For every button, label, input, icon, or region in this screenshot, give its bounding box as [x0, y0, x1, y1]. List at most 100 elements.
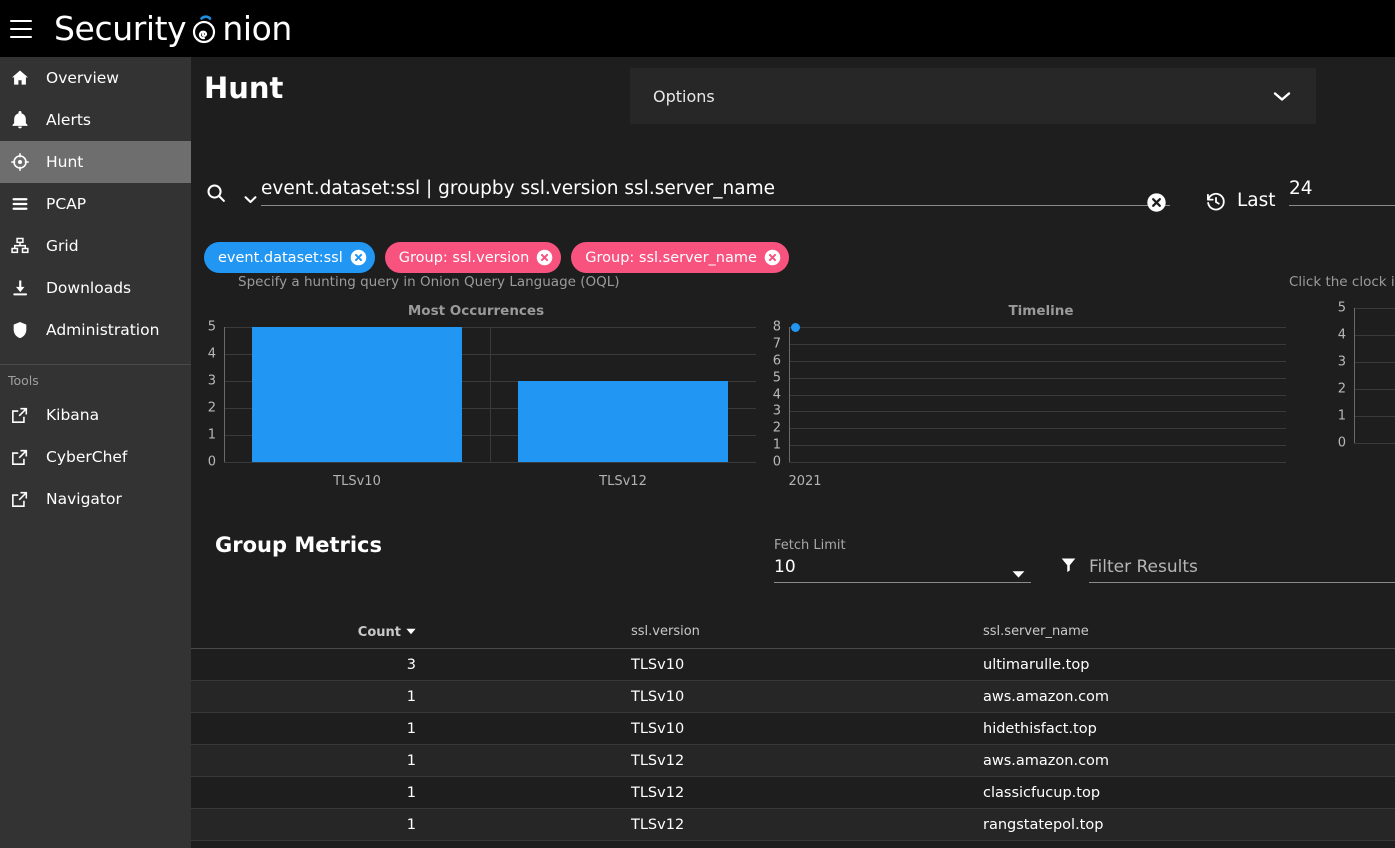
- sidebar-item-grid[interactable]: Grid: [0, 225, 191, 267]
- sidebar-item-cyberchef[interactable]: CyberChef: [0, 436, 191, 478]
- gridline: [490, 327, 491, 462]
- column-header-ssl-server-name[interactable]: ssl.server_name: [983, 624, 1395, 639]
- filter-icon[interactable]: [1059, 555, 1078, 578]
- query-input-value: event.dataset:ssl | groupby ssl.version …: [261, 178, 775, 199]
- filter-chips: event.dataset:ssl Group: ssl.version Gro…: [204, 242, 789, 273]
- app-logo[interactable]: Security nion: [54, 0, 292, 57]
- clear-circle-icon[interactable]: [1146, 192, 1167, 217]
- table-row[interactable]: 1 TLSv10 hidethisfact.top: [191, 713, 1395, 745]
- sidebar: Overview Alerts Hunt PCAP Grid Downloads…: [0, 57, 191, 848]
- fetch-limit-label: Fetch Limit: [774, 538, 846, 553]
- x-axis-tick: 2021: [788, 474, 822, 489]
- shield-icon: [10, 320, 38, 340]
- cell-count: 1: [406, 816, 416, 833]
- page-title: Hunt: [204, 71, 284, 105]
- column-header-ssl-version[interactable]: ssl.version: [631, 624, 983, 639]
- sidebar-label: CyberChef: [46, 448, 128, 466]
- cell-ssl-server-name: hidethisfact.top: [983, 720, 1097, 737]
- gridline: [789, 428, 1286, 430]
- chart-title: Most Occurrences: [407, 303, 545, 319]
- sidebar-item-administration[interactable]: Administration: [0, 309, 191, 351]
- search-icon[interactable]: [205, 182, 227, 208]
- cell-count: 3: [406, 656, 416, 673]
- chip-label: Group: ssl.server_name: [585, 249, 757, 266]
- chip-close-icon[interactable]: [536, 249, 553, 266]
- chart-most-occurrences: Most Occurrences 5 4 3 2 1 0 TLSv10 TLSv12: [196, 300, 756, 490]
- sort-descending-icon[interactable]: [406, 624, 416, 639]
- sidebar-label: Hunt: [46, 153, 84, 171]
- table-row[interactable]: 1 TLSv12 classicfucup.top: [191, 777, 1395, 809]
- filter-results-input[interactable]: Filter Results: [1089, 553, 1395, 583]
- chart-plot-area: 5 4 3 2 1 0: [1326, 301, 1395, 471]
- options-expansion-panel[interactable]: Options: [630, 68, 1316, 124]
- table-row[interactable]: 3 TLSv10 ultimarulle.top: [191, 649, 1395, 681]
- column-header-count[interactable]: Count: [191, 624, 631, 640]
- chart-title: Timeline: [1008, 303, 1074, 319]
- y-axis-tick: 3: [207, 373, 216, 389]
- x-axis-tick: TLSv10: [333, 474, 381, 489]
- gridline: [1354, 308, 1395, 309]
- external-link-icon: [10, 406, 38, 425]
- fetch-limit-value: 10: [774, 557, 796, 577]
- chart-plot-area: 8 7 6 5 4 3 2 1 0 2021: [761, 320, 1321, 490]
- y-axis-line: [789, 327, 790, 462]
- chevron-down-icon[interactable]: [1271, 88, 1293, 108]
- y-axis-tick: 4: [1337, 327, 1346, 343]
- time-range-input[interactable]: 24: [1289, 173, 1395, 206]
- chip-event-dataset[interactable]: event.dataset:ssl: [204, 242, 375, 273]
- sidebar-label: Navigator: [46, 490, 122, 508]
- cell-ssl-server-name: rangstatepol.top: [983, 816, 1104, 833]
- chart-third-partial: 5 4 3 2 1 0: [1326, 300, 1395, 490]
- table-row[interactable]: 1 TLSv10 aws.amazon.com: [191, 681, 1395, 713]
- chip-close-icon[interactable]: [350, 249, 367, 266]
- lines-icon: [10, 194, 38, 214]
- cell-ssl-server-name: classicfucup.top: [983, 784, 1101, 801]
- column-header-label: Count: [357, 624, 401, 640]
- sidebar-item-overview[interactable]: Overview: [0, 57, 191, 99]
- brand-prefix: Security: [54, 9, 187, 48]
- sidebar-item-alerts[interactable]: Alerts: [0, 99, 191, 141]
- gridline: [1354, 335, 1395, 336]
- table-row[interactable]: 1 TLSv12 rangstatepol.top: [191, 809, 1395, 841]
- y-axis-tick: 3: [1337, 354, 1346, 370]
- y-axis-tick: 5: [207, 319, 216, 335]
- cell-ssl-server-name: aws.amazon.com: [983, 688, 1110, 705]
- sidebar-item-downloads[interactable]: Downloads: [0, 267, 191, 309]
- query-hint-text: Specify a hunting query in Onion Query L…: [238, 274, 620, 290]
- sidebar-item-hunt[interactable]: Hunt: [0, 141, 191, 183]
- query-input[interactable]: event.dataset:ssl | groupby ssl.version …: [261, 173, 1170, 206]
- bell-icon: [10, 110, 38, 130]
- crosshair-icon: [10, 152, 38, 172]
- fetch-limit-select[interactable]: 10: [774, 553, 1031, 583]
- y-axis-tick: 5: [1337, 300, 1346, 316]
- gridline: [789, 360, 1286, 362]
- dropdown-arrow-icon[interactable]: [1012, 564, 1025, 583]
- group-metrics-table: Count ssl.version ssl.server_name 3 TLSv…: [191, 615, 1395, 841]
- cell-count: 1: [406, 688, 416, 705]
- sidebar-item-kibana[interactable]: Kibana: [0, 394, 191, 436]
- y-axis-tick: 4: [207, 346, 216, 362]
- data-point[interactable]: [791, 322, 800, 332]
- query-history-chevron-icon[interactable]: [243, 190, 258, 209]
- filter-results-placeholder: Filter Results: [1089, 557, 1198, 577]
- sidebar-label: Overview: [46, 69, 119, 87]
- sidebar-item-pcap[interactable]: PCAP: [0, 183, 191, 225]
- gridline: [789, 377, 1286, 379]
- gridline: [789, 411, 1286, 413]
- brand-suffix: nion: [222, 9, 292, 48]
- bar[interactable]: [517, 381, 729, 462]
- chip-group-ssl-server-name[interactable]: Group: ssl.server_name: [571, 242, 789, 273]
- sidebar-item-navigator[interactable]: Navigator: [0, 478, 191, 520]
- table-row[interactable]: 1 TLSv12 aws.amazon.com: [191, 745, 1395, 777]
- gridline: [789, 462, 1286, 463]
- chip-close-icon[interactable]: [764, 249, 781, 266]
- external-link-icon: [10, 448, 38, 467]
- table-header-row: Count ssl.version ssl.server_name: [191, 615, 1395, 649]
- chip-group-ssl-version[interactable]: Group: ssl.version: [384, 242, 562, 273]
- options-label: Options: [653, 86, 715, 106]
- hamburger-icon[interactable]: [10, 19, 32, 38]
- gridline: [789, 343, 1286, 345]
- clock-history-icon[interactable]: [1205, 191, 1227, 217]
- y-axis-tick: 2: [207, 400, 216, 416]
- bar[interactable]: [251, 327, 463, 462]
